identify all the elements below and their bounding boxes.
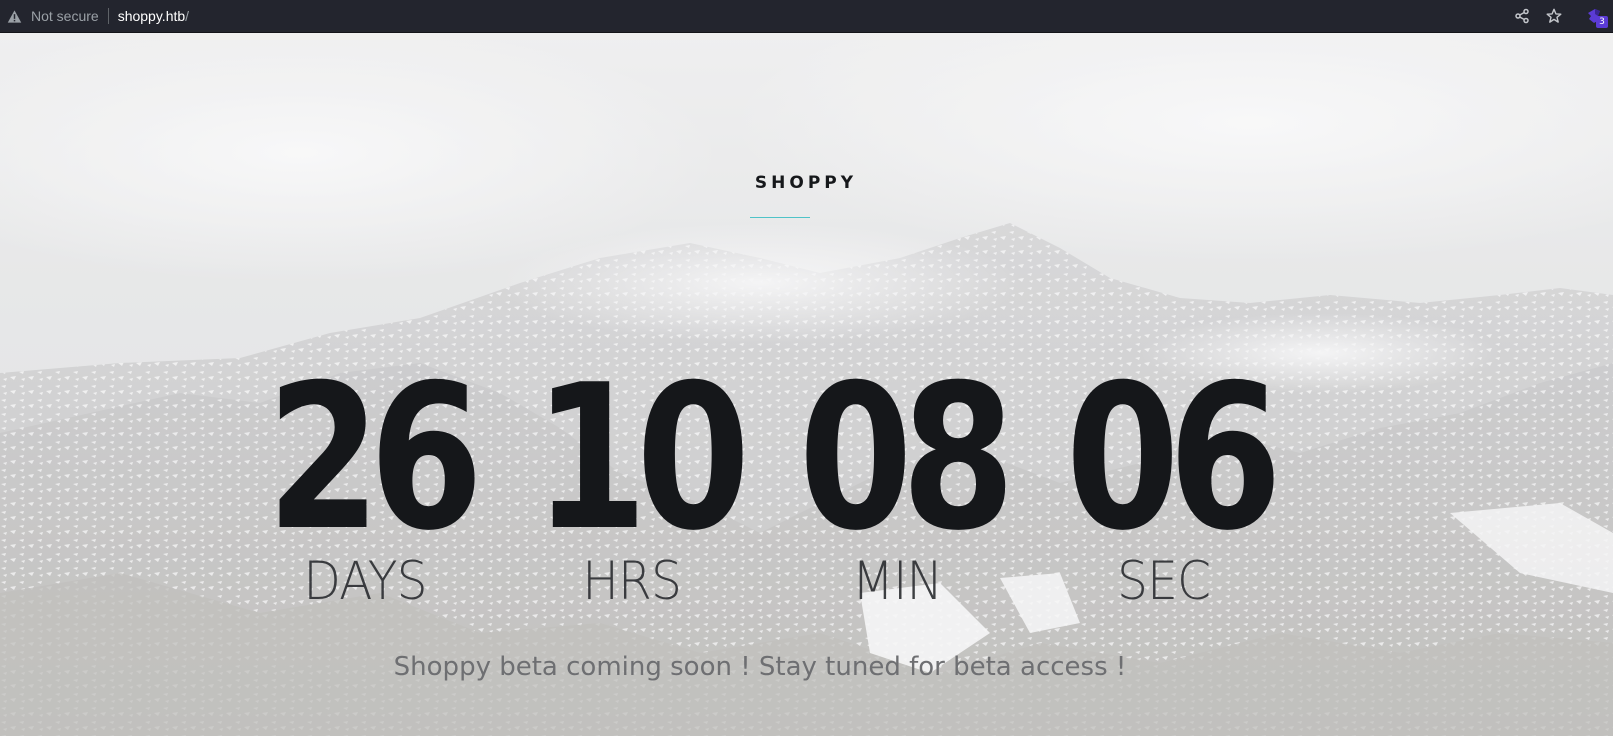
warning-icon[interactable]: [7, 9, 22, 24]
star-icon: [1546, 8, 1562, 23]
page-viewport: SHOPPY 26 10 08 06 DAYS HRS MIN SEC Shop…: [0, 33, 1613, 736]
countdown-hours-label: HRS: [512, 552, 752, 612]
url-host: shoppy.htb: [117, 8, 186, 24]
url-divider: [107, 8, 109, 24]
countdown-days-value: 26: [266, 342, 484, 575]
extension-button[interactable]: 3: [1582, 3, 1608, 29]
security-status-label[interactable]: Not secure: [31, 5, 99, 27]
countdown-hours-value: 10: [533, 342, 751, 575]
countdown-seconds-label: SEC: [1044, 552, 1284, 612]
countdown-hours-label-text: HRS: [582, 551, 683, 612]
bookmark-button[interactable]: [1541, 3, 1567, 29]
url-text[interactable]: shoppy.htb/: [118, 5, 189, 27]
url-path: /: [185, 8, 190, 24]
countdown-minutes-label-text: MIN: [851, 551, 943, 612]
brand-logo[interactable]: SHOPPY: [706, 172, 906, 194]
countdown-days-label: DAYS: [245, 552, 485, 612]
countdown-minutes-label: MIN: [777, 552, 1017, 612]
countdown-seconds-label-text: SEC: [1117, 551, 1211, 612]
browser-toolbar: Not secure shoppy.htb/ 3: [0, 0, 1613, 33]
countdown-seconds-value: 06: [1065, 342, 1283, 575]
extension-badge: 3: [1596, 16, 1608, 28]
countdown-days-label-text: DAYS: [303, 551, 427, 612]
countdown-minutes-value: 08: [798, 342, 1016, 575]
share-button[interactable]: [1509, 3, 1535, 29]
share-icon: [1515, 8, 1529, 24]
address-bar[interactable]: Not secure shoppy.htb/: [7, 5, 189, 27]
brand-underline: [750, 217, 810, 218]
tagline-text: Shoppy beta coming soon ! Stay tuned for…: [393, 652, 1127, 682]
